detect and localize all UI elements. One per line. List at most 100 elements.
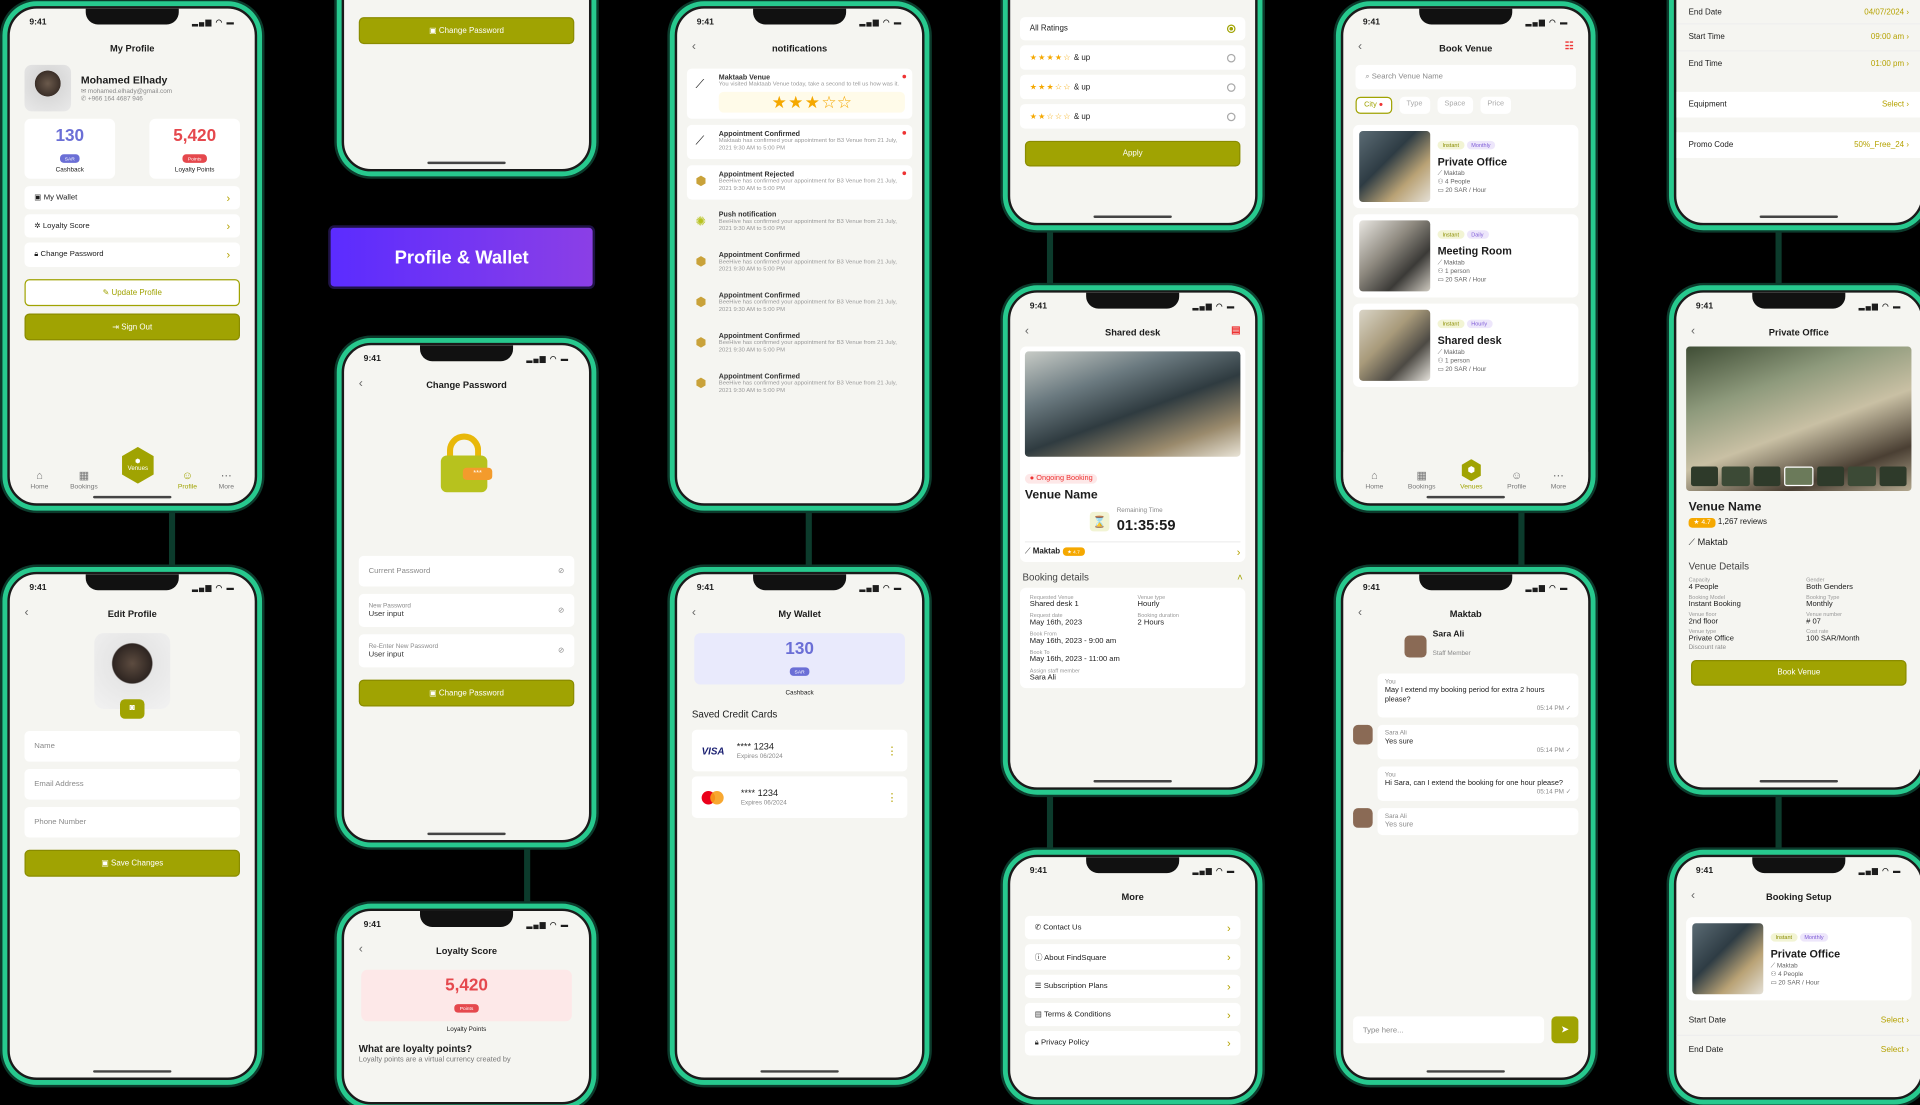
start-date-row[interactable]: Start Date Select › [1676, 1007, 1920, 1036]
notification-item[interactable]: ✺ Push notification BeeHive has confirmed … [687, 206, 912, 240]
nav-more[interactable]: ⋯ More [1551, 470, 1566, 491]
menu-subscription-plans[interactable]: ☰ Subscription Plans › [1024, 974, 1241, 998]
notification-body: BeeHive has confirmed your appointment f… [718, 219, 897, 233]
loyalty-card[interactable]: 5,420 Points Loyalty Points [149, 118, 241, 179]
notification-item[interactable]: ⬢ Appointment Rejected BeeHive has confirm… [686, 165, 913, 200]
reviews-count[interactable]: 1,267 reviews [1718, 518, 1767, 527]
rating-option-all[interactable]: All Ratings [1020, 17, 1246, 41]
menu-terms[interactable]: ▤ Terms & Conditions › [1024, 1002, 1241, 1027]
nav-label: Home [1365, 483, 1384, 492]
back-arrow-icon[interactable]: ‹ [359, 943, 363, 956]
back-arrow-icon[interactable]: ‹ [359, 377, 363, 390]
back-arrow-icon[interactable]: ‹ [692, 40, 696, 53]
host-name[interactable]: Maktab [1698, 536, 1728, 547]
venue-card[interactable]: Instant Daily Meeting Room ⟋ Maktab ⚇ 1 pers… [1353, 214, 1579, 298]
kebab-menu-icon[interactable]: ⋮ [887, 745, 898, 756]
sign-out-button[interactable]: ⇥ Sign Out [24, 313, 241, 341]
change-password-button[interactable]: ▣ Change Password [358, 17, 575, 45]
apply-button[interactable]: Apply [1024, 140, 1241, 167]
end-time-row[interactable]: End Time 01:00 pm › [1676, 51, 1920, 77]
search-input[interactable]: ⌕ Search Venue Name [1355, 64, 1576, 90]
filter-icon[interactable]: ☷ [1565, 40, 1574, 51]
details-header[interactable]: Booking details ˄ [1010, 562, 1255, 588]
button-label: Change Password [438, 689, 504, 698]
notification-item[interactable]: ⟋ Appointment Confirmed Maktaab has confir… [686, 124, 913, 160]
back-arrow-icon[interactable]: ‹ [1358, 40, 1362, 53]
menu-loyalty-score[interactable]: ✲ Loyalty Score › [24, 214, 241, 238]
rating-stars[interactable]: ★★★☆☆ [718, 91, 905, 113]
menu-change-password[interactable]: 🔒︎ Change Password › [24, 242, 241, 267]
start-time-row[interactable]: Start Time 09:00 am › [1676, 24, 1920, 52]
nav-bookings[interactable]: ▦ Bookings [70, 470, 98, 491]
eye-off-icon[interactable]: ⊘ [558, 647, 564, 656]
notification-item[interactable]: ⟋ Maktaab Venue You visited Maktaab Venu… [686, 68, 913, 119]
signal-wifi-battery-icon: ▂▄▆ ◠ ▬ [1858, 867, 1902, 875]
venue-card[interactable]: Instant Hourly Shared desk ⟋ Maktab ⚇ 1 pers… [1353, 303, 1579, 387]
email-field[interactable]: Email Address [24, 768, 241, 800]
book-venue-button[interactable]: Book Venue [1691, 660, 1907, 686]
eye-off-icon[interactable]: ⊘ [558, 567, 564, 576]
photo-thumbnails[interactable] [1691, 466, 1907, 487]
camera-icon[interactable]: ◙ [120, 699, 145, 719]
nav-profile[interactable]: ☺ Profile [1507, 470, 1526, 491]
nav-more[interactable]: ⋯ More [219, 470, 234, 491]
name-field[interactable]: Name [24, 731, 241, 762]
menu-my-wallet[interactable]: ▣ My Wallet › [24, 186, 241, 210]
promo-code-row[interactable]: Promo Code 50%_Free_24 › [1676, 132, 1920, 158]
new-password-field[interactable]: New Password User input ⊘ [358, 593, 575, 627]
kebab-menu-icon[interactable]: ⋮ [887, 792, 898, 803]
host-row[interactable]: ⟋ Maktab ★ 4.7 › [1024, 541, 1241, 558]
back-arrow-icon[interactable]: ‹ [692, 606, 696, 619]
message-sender: You [1384, 771, 1396, 779]
chat-icon[interactable]: ▤ [1231, 324, 1240, 335]
send-icon[interactable]: ➤ [1551, 1016, 1579, 1044]
change-password-button[interactable]: ▣ Change Password [358, 679, 575, 707]
rating-option-4[interactable]: ★★★★☆ & up [1020, 45, 1246, 70]
nav-profile[interactable]: ☺ Profile [178, 470, 197, 491]
phone-field[interactable]: Phone Number [24, 806, 241, 838]
back-arrow-icon[interactable]: ‹ [1025, 324, 1029, 337]
back-arrow-icon[interactable]: ‹ [1358, 606, 1362, 619]
chip-space[interactable]: Space [1437, 96, 1473, 114]
connector [1046, 226, 1054, 288]
chip-type[interactable]: Type [1399, 96, 1430, 114]
reenter-password-field[interactable]: Re-Enter New Password User input ⊘ [358, 634, 575, 668]
venue-card[interactable]: Instant Monthly Private Office ⟋ Maktab ⚇ 4 … [1353, 124, 1579, 209]
nav-home[interactable]: ⌂ Home [1365, 470, 1383, 491]
cashback-card[interactable]: 130 SAR Cashback [24, 118, 116, 179]
update-profile-button[interactable]: ✎ Update Profile [24, 279, 241, 307]
notification-item[interactable]: ⬢ Appointment Confirmed BeeHive has confir… [687, 367, 912, 401]
status-text: Ongoing Booking [1036, 475, 1093, 483]
notification-item[interactable]: ⬢ Appointment Confirmed BeeHive has confir… [687, 287, 912, 321]
save-changes-button[interactable]: ▣ Save Changes [24, 849, 241, 877]
calendar-icon: ▦ [78, 468, 90, 482]
back-arrow-icon[interactable]: ‹ [1691, 324, 1695, 337]
message-input[interactable]: Type here... [1353, 1016, 1545, 1044]
notification-item[interactable]: ⬢ Appointment Confirmed BeeHive has confir… [687, 246, 912, 280]
message-time: 05:14 PM [1536, 788, 1564, 796]
menu-privacy-policy[interactable]: 🔒︎ Privacy Policy › [1024, 1031, 1241, 1056]
current-password-field[interactable]: Current Password ⊘ [358, 555, 575, 587]
end-date-row[interactable]: End Date 04/07/2024 › [1676, 2, 1920, 25]
eye-off-icon[interactable]: ⊘ [558, 606, 564, 615]
status-time: 9:41 [1029, 866, 1047, 875]
nav-venues[interactable]: ⬢ Venues [1460, 459, 1483, 491]
back-arrow-icon[interactable]: ‹ [24, 606, 28, 619]
credit-card-item[interactable]: **** 1234 Expires 06/2024 ⋮ [691, 776, 908, 818]
credit-card-item[interactable]: VISA **** 1234 Expires 06/2024 ⋮ [691, 729, 908, 772]
back-arrow-icon[interactable]: ‹ [1691, 889, 1695, 902]
chip-city[interactable]: City ● [1355, 96, 1392, 114]
phone-notch [1752, 292, 1846, 309]
chip-price[interactable]: Price [1480, 96, 1512, 114]
rating-option-2[interactable]: ★★☆☆☆ & up [1020, 104, 1246, 129]
nav-venues[interactable]: ⬢ Venues [119, 446, 156, 484]
equipment-row[interactable]: Equipment Select › [1676, 91, 1920, 118]
menu-contact-us[interactable]: ✆ Contact Us › [1024, 915, 1241, 940]
nav-home[interactable]: ⌂ Home [30, 470, 48, 491]
rating-option-3[interactable]: ★★★☆☆ & up [1020, 74, 1246, 100]
menu-about[interactable]: ⓘ About FindSquare › [1024, 944, 1241, 970]
phone-book-venue: 9:41 ▂▄▆ ◠ ▬ ‹ Book Venue ☷ ⌕ Search Venue … [1340, 6, 1591, 506]
end-date-row[interactable]: End Date Select › [1676, 1036, 1920, 1064]
nav-bookings[interactable]: ▦ Bookings [1408, 470, 1436, 491]
notification-item[interactable]: ⬢ Appointment Confirmed BeeHive has confir… [687, 327, 912, 361]
